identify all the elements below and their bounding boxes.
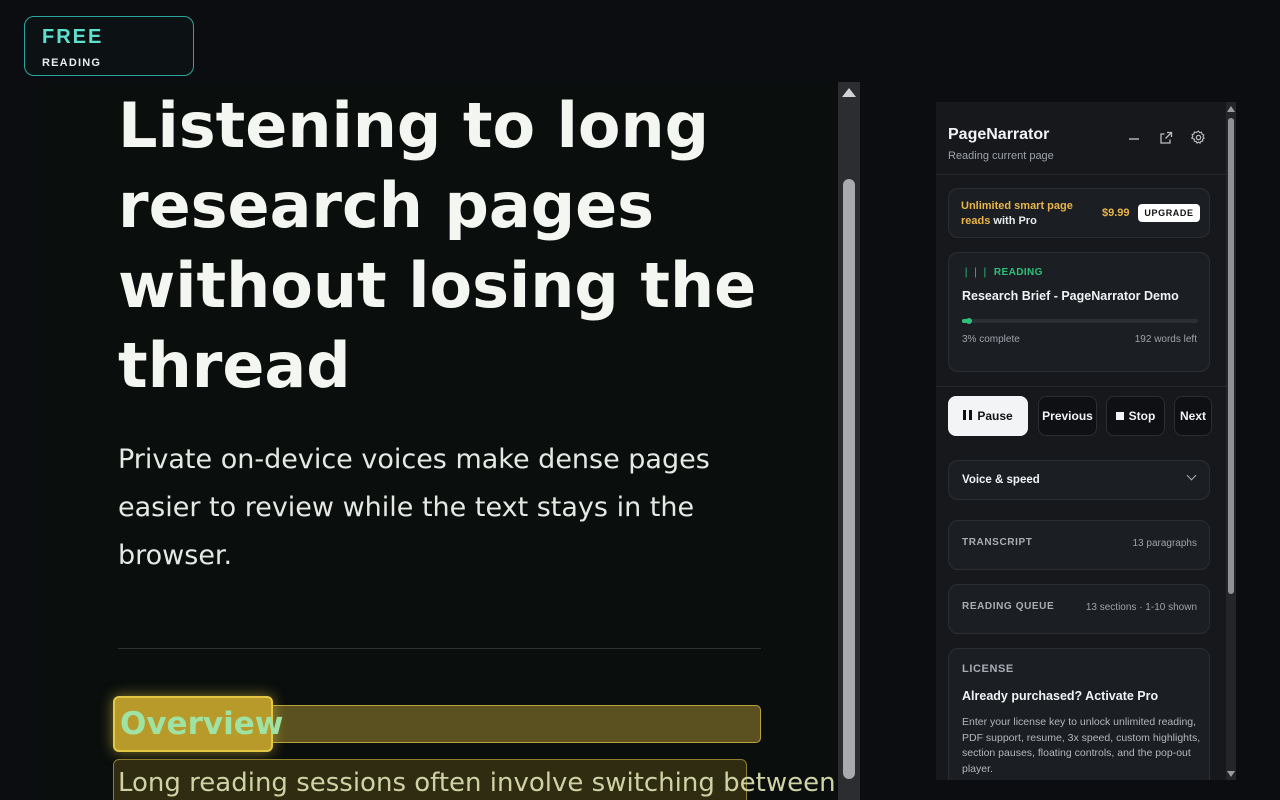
- license-title: Already purchased? Activate Pro: [962, 689, 1159, 703]
- plan-badge: FREE READING: [24, 16, 194, 76]
- transcript-section[interactable]: TRANSCRIPT 13 paragraphs: [948, 520, 1210, 570]
- article-scrollbar[interactable]: [838, 82, 860, 800]
- panel-title: PageNarrator: [948, 126, 1050, 143]
- progress-label: 3% complete: [962, 334, 1020, 345]
- narrator-panel: PageNarrator Reading current page Unlimi…: [936, 102, 1226, 780]
- stop-button[interactable]: Stop: [1106, 396, 1165, 436]
- voice-speed-dropdown[interactable]: Voice & speed: [948, 460, 1210, 500]
- upgrade-card: Unlimited smart page reads with Pro $9.9…: [948, 188, 1210, 238]
- panel-subtitle: Reading current page: [948, 150, 1054, 162]
- next-button[interactable]: Next: [1174, 396, 1212, 436]
- article-content: Listening to long research pages without…: [40, 82, 838, 800]
- license-label: LICENSE: [962, 663, 1014, 675]
- pro-price: $9.99: [1102, 207, 1130, 219]
- pause-button[interactable]: Pause: [948, 396, 1028, 436]
- scrollbar-thumb[interactable]: [1228, 118, 1234, 594]
- reading-status-card: ❘❘❘ READING Research Brief - PageNarrato…: [948, 252, 1210, 372]
- reading-progress-bar: [962, 318, 1198, 324]
- words-left: 192 words left: [1134, 334, 1197, 345]
- chevron-down-icon: [1186, 470, 1197, 481]
- plan-name: FREE: [42, 26, 104, 48]
- article-headline: Listening to long research pages without…: [118, 89, 757, 402]
- gear-icon[interactable]: [1188, 130, 1208, 150]
- voice-speed-label: Voice & speed: [962, 474, 1040, 486]
- upsell-text: Unlimited smart page reads with Pro: [961, 200, 1073, 227]
- scrollbar-thumb[interactable]: [843, 179, 855, 779]
- equalizer-icon: ❘❘❘: [962, 267, 994, 278]
- pause-icon: [963, 409, 973, 423]
- transcript-meta: 13 paragraphs: [1132, 538, 1198, 549]
- stop-icon: [1115, 409, 1124, 423]
- scroll-up-arrow[interactable]: [842, 88, 856, 97]
- panel-header: PageNarrator Reading current page: [936, 102, 1226, 175]
- license-description: Enter your license key to unlock unlimit…: [962, 716, 1201, 775]
- minimize-icon[interactable]: [1124, 130, 1144, 150]
- article-lede: Private on-device voices make dense page…: [118, 444, 710, 571]
- scroll-down-arrow[interactable]: [1227, 771, 1235, 777]
- progress-knob: [966, 318, 973, 324]
- section-heading-overview: Overview: [120, 706, 284, 742]
- previous-button[interactable]: Previous: [1038, 396, 1097, 436]
- plan-label: READING: [42, 57, 102, 69]
- license-card: LICENSE Already purchased? Activate Pro …: [948, 648, 1210, 780]
- reading-queue-section[interactable]: READING QUEUE 13 sections · 1-10 shown: [948, 584, 1210, 634]
- queue-label: READING QUEUE: [962, 601, 1055, 612]
- panel-divider: [936, 386, 1226, 387]
- reading-title: Research Brief - PageNarrator Demo: [962, 289, 1179, 303]
- article-divider: [118, 648, 761, 649]
- queue-meta: 13 sections · 1-10 shown: [1085, 602, 1197, 613]
- transcript-label: TRANSCRIPT: [962, 537, 1033, 548]
- pop-out-icon[interactable]: [1156, 130, 1176, 150]
- upgrade-button[interactable]: UPGRADE: [1138, 204, 1200, 222]
- article-paragraph: Long reading sessions often involve swit…: [118, 768, 836, 798]
- reading-status: ❘❘❘ READING: [962, 267, 1043, 278]
- scroll-up-arrow[interactable]: [1227, 106, 1235, 112]
- panel-scrollbar[interactable]: [1226, 102, 1236, 780]
